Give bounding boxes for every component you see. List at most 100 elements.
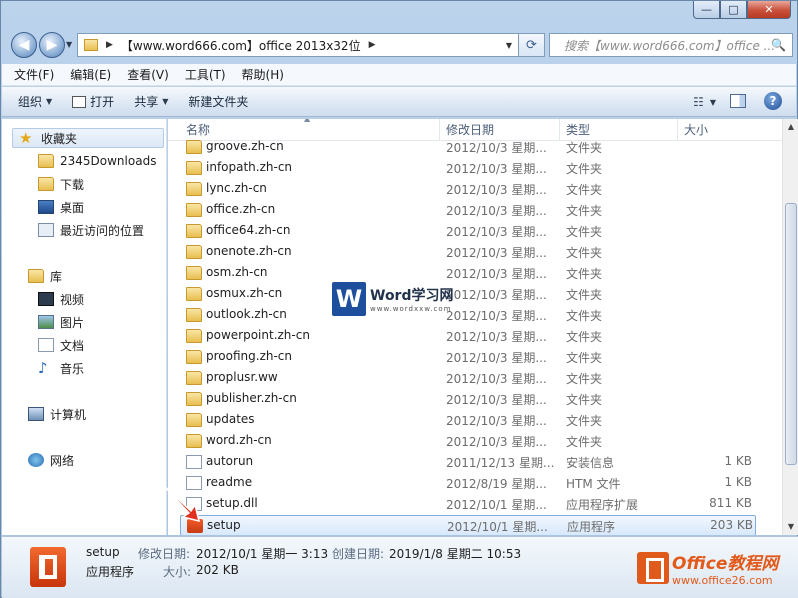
vertical-scrollbar[interactable]: ▲ ▼: [782, 119, 798, 535]
file-row[interactable]: lync.zh-cn 2012/10/3 星期... 文件夹: [180, 179, 756, 200]
nav-item-label: 图片: [60, 315, 85, 330]
nav-item-videos[interactable]: 视频: [38, 289, 84, 309]
nav-item-documents[interactable]: 文档: [38, 335, 84, 355]
file-size: 1 KB: [724, 475, 752, 489]
file-row[interactable]: powerpoint.zh-cn 2012/10/3 星期... 文件夹: [180, 326, 756, 347]
address-bar[interactable]: ▶ 【www.word666.com】office 2013x32位 ▶ ▼: [77, 33, 519, 57]
file-row[interactable]: autorun 2011/12/13 星期... 安装信息 1 KB: [180, 452, 756, 473]
file-name: word.zh-cn: [206, 433, 272, 447]
file-row[interactable]: publisher.zh-cn 2012/10/3 星期... 文件夹: [180, 389, 756, 410]
back-arrow-icon: ◀: [18, 37, 30, 53]
file-date: 2012/10/3 星期...: [446, 330, 547, 344]
file-row[interactable]: osmux.zh-cn 2012/10/3 星期... 文件夹: [180, 284, 756, 305]
folder-icon: [186, 161, 202, 175]
nav-network[interactable]: 网络: [28, 450, 74, 470]
nav-item-recent-places[interactable]: 最近访问的位置: [38, 220, 144, 240]
nav-item-2345downloads[interactable]: 2345Downloads: [38, 151, 156, 171]
folder-icon: [186, 266, 202, 280]
file-type: 安装信息: [566, 456, 615, 470]
file-icon: [186, 455, 202, 469]
pictures-icon: [38, 315, 54, 329]
file-row[interactable]: proofing.zh-cn 2012/10/3 星期... 文件夹: [180, 347, 756, 368]
preview-pane-icon[interactable]: [730, 94, 746, 108]
nav-computer[interactable]: 计算机: [28, 404, 86, 424]
organize-label: 组织: [18, 95, 43, 109]
office-watermark: Office教程网 www.office26.com: [637, 549, 778, 587]
nav-item-label: 下载: [60, 177, 85, 192]
folder-icon: [186, 413, 202, 427]
menu-help[interactable]: 帮助(H): [242, 66, 284, 83]
share-button[interactable]: 共享 ▼: [134, 93, 168, 110]
search-input[interactable]: 搜索【www.word666.com】office ... 🔍: [549, 33, 793, 57]
menu-file[interactable]: 文件(F): [14, 66, 54, 83]
menu-view[interactable]: 查看(V): [127, 66, 169, 83]
command-bar: 组织 ▼ 打开 共享 ▼ 新建文件夹 ☷ ▼ ?: [2, 87, 796, 117]
organize-button[interactable]: 组织 ▼: [18, 93, 52, 110]
file-list-pane: ▲ 名称 修改日期 类型 大小 groove.zh-cn2012/10/3 星期…: [168, 119, 782, 535]
file-row[interactable]: setup.dll 2012/10/1 星期... 应用程序扩展 811 KB: [180, 494, 756, 515]
scroll-thumb[interactable]: [785, 203, 797, 465]
nav-favorites[interactable]: ★ 收藏夹: [12, 128, 164, 148]
file-row[interactable]: osm.zh-cn 2012/10/3 星期... 文件夹: [180, 263, 756, 284]
nav-item-pictures[interactable]: 图片: [38, 312, 84, 332]
nav-item-label: 视频: [60, 292, 85, 307]
recent-pages-dropdown-icon[interactable]: ▼: [66, 40, 72, 49]
forward-button[interactable]: ▶: [39, 32, 65, 58]
new-folder-button[interactable]: 新建文件夹: [188, 93, 248, 110]
file-date: 2012/10/3 星期...: [446, 162, 547, 176]
downloads-folder-icon: [38, 177, 54, 191]
file-type: 文件夹: [566, 393, 603, 407]
file-row[interactable]: infopath.zh-cn 2012/10/3 星期... 文件夹: [180, 158, 756, 179]
address-dropdown-icon[interactable]: ▼: [506, 41, 512, 50]
nav-libraries[interactable]: 库: [28, 266, 62, 286]
nav-item-downloads[interactable]: 下载: [38, 174, 84, 194]
file-date: 2011/12/13 星期...: [446, 456, 554, 470]
search-placeholder: 搜索【www.word666.com】office ...: [564, 38, 776, 53]
change-view-icon[interactable]: ☷: [693, 95, 704, 109]
refresh-button[interactable]: ⟳: [519, 33, 545, 57]
nav-item-desktop[interactable]: 桌面: [38, 197, 84, 217]
details-size-label: 大小:: [163, 565, 192, 579]
nav-item-music[interactable]: ♪ 音乐: [38, 358, 84, 378]
help-icon[interactable]: ?: [764, 92, 782, 110]
file-row[interactable]: setup 2012/10/1 星期... 应用程序 203 KB: [180, 515, 756, 535]
file-size: 203 KB: [710, 518, 753, 532]
file-row[interactable]: office64.zh-cn 2012/10/3 星期... 文件夹: [180, 221, 756, 242]
file-row[interactable]: outlook.zh-cn 2012/10/3 星期... 文件夹: [180, 305, 756, 326]
file-date: 2012/10/3 星期...: [446, 414, 547, 428]
view-dropdown-icon[interactable]: ▼: [710, 98, 716, 107]
breadcrumb-chevron-icon[interactable]: ▶: [369, 40, 376, 50]
scroll-down-icon[interactable]: ▼: [784, 519, 798, 535]
file-row[interactable]: proplusr.ww 2012/10/3 星期... 文件夹: [180, 368, 756, 389]
details-created-value: 2019/1/8 星期二 10:53: [389, 547, 522, 561]
minimize-button[interactable]: —: [693, 1, 720, 19]
library-icon: [28, 269, 44, 283]
share-label: 共享: [134, 95, 159, 109]
scroll-up-icon[interactable]: ▲: [784, 119, 798, 135]
file-row[interactable]: office.zh-cn 2012/10/3 星期... 文件夹: [180, 200, 756, 221]
file-row[interactable]: readme 2012/8/19 星期... HTM 文件 1 KB: [180, 473, 756, 494]
folder-icon: [186, 308, 202, 322]
file-row[interactable]: word.zh-cn 2012/10/3 星期... 文件夹: [180, 431, 756, 452]
folder-icon: [38, 154, 54, 168]
video-icon: [38, 292, 54, 306]
folder-icon: [186, 434, 202, 448]
file-type: HTM 文件: [566, 477, 621, 491]
file-name: osm.zh-cn: [206, 265, 268, 279]
back-button[interactable]: ◀: [11, 32, 37, 58]
open-button[interactable]: 打开: [72, 93, 114, 110]
file-date: 2012/10/3 星期...: [446, 141, 547, 155]
file-name: powerpoint.zh-cn: [206, 328, 310, 342]
maximize-button[interactable]: □: [720, 1, 747, 19]
file-row[interactable]: onenote.zh-cn 2012/10/3 星期... 文件夹: [180, 242, 756, 263]
explorer-window: — □ ✕ ◀ ▶ ▼ ▶ 【www.word666.com】office 20…: [0, 0, 798, 598]
close-button[interactable]: ✕: [747, 1, 791, 19]
menu-tools[interactable]: 工具(T): [185, 66, 226, 83]
folder-icon: [186, 392, 202, 406]
file-row[interactable]: groove.zh-cn 2012/10/3 星期... 文件夹: [180, 137, 756, 158]
menu-edit[interactable]: 编辑(E): [70, 66, 111, 83]
file-row[interactable]: updates 2012/10/3 星期... 文件夹: [180, 410, 756, 431]
breadcrumb-chevron-icon[interactable]: ▶: [106, 40, 113, 50]
file-type: 文件夹: [566, 309, 603, 323]
file-name: infopath.zh-cn: [206, 160, 293, 174]
